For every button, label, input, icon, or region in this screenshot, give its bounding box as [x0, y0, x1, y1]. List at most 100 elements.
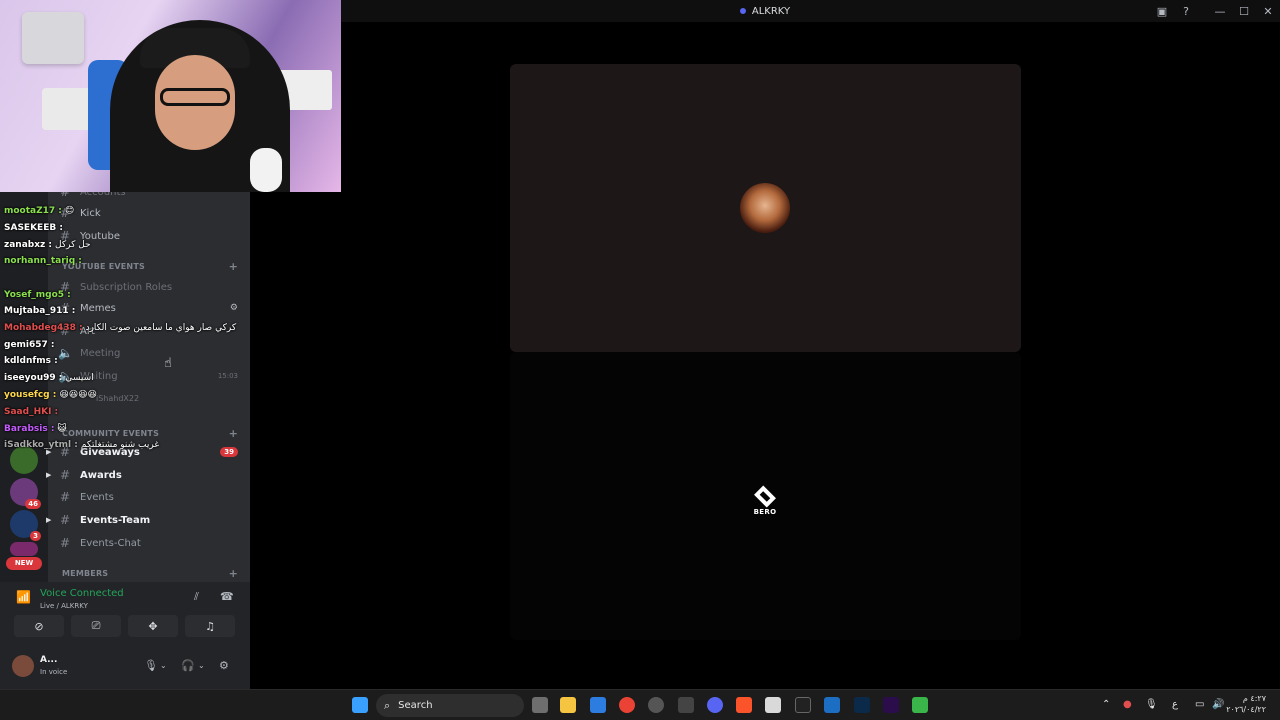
unread-indicator: ▶: [46, 471, 52, 479]
task-view-icon[interactable]: [532, 697, 548, 713]
minecraft-icon[interactable]: [912, 697, 928, 713]
category-members[interactable]: MEMBERS +: [62, 567, 238, 580]
hash-icon: #: [59, 206, 71, 220]
voice-icon: 🔈: [58, 369, 73, 383]
channel-events-chat[interactable]: # Events-Chat: [48, 533, 250, 553]
webcam-overlay: [0, 0, 341, 192]
channel-events-team[interactable]: ▶ # Events-Team: [46, 510, 250, 530]
chrome-icon[interactable]: [619, 697, 635, 713]
settings-icon[interactable]: ⚙: [230, 303, 238, 313]
channel-giveaways[interactable]: ▶ # Giveaways 39: [46, 442, 250, 462]
server-icon[interactable]: 3: [10, 510, 41, 541]
wall-frame: [42, 88, 92, 130]
language-indicator[interactable]: ع: [1172, 699, 1178, 710]
server-icon[interactable]: [10, 446, 38, 474]
chevron-down-icon[interactable]: ⌄: [198, 661, 205, 670]
bero-logo-icon: BERO: [751, 485, 779, 516]
soundboard-icon: ♫: [205, 619, 215, 633]
user-settings-icon[interactable]: ⚙: [219, 659, 229, 672]
channel-memes[interactable]: # Memes ⚙: [48, 298, 250, 318]
diamond-icon: [754, 485, 776, 508]
avatar[interactable]: [12, 655, 34, 677]
channel-subscription-roles[interactable]: # Subscription Roles: [48, 277, 250, 297]
silver-play-button-plaque: [22, 12, 84, 64]
voice-channel[interactable]: Live / ALKRKY: [40, 602, 88, 610]
discord-logo-icon: [739, 8, 746, 14]
maximize-button[interactable]: ☐: [1232, 0, 1256, 22]
minimize-button[interactable]: —: [1208, 0, 1232, 22]
soundboard-button[interactable]: ♫: [185, 615, 235, 637]
inbox-icon[interactable]: ▣: [1150, 0, 1174, 22]
channel-waiting[interactable]: 🔈 Waiting 15:03: [48, 366, 250, 386]
system-clock[interactable]: ٤:٢٧ م ٢٠٢٦/٠٤/٢٢: [1226, 693, 1266, 715]
channel-awards[interactable]: ▶ # Awards: [46, 465, 250, 485]
search-icon: ⌕: [384, 698, 391, 712]
channel-events[interactable]: # Events: [48, 487, 250, 507]
close-button[interactable]: ✕: [1256, 0, 1280, 22]
voice-icon: 🔈: [58, 346, 73, 360]
unread-indicator: ▶: [46, 448, 52, 456]
steam-icon[interactable]: [824, 697, 840, 713]
window-controls: ▣ ? — ☐ ✕: [1150, 0, 1280, 22]
voice-user[interactable]: iShahdX22: [88, 388, 248, 408]
brave-icon[interactable]: [736, 697, 752, 713]
noise-suppression-icon[interactable]: ⫽: [194, 590, 199, 604]
signal-icon[interactable]: 📶: [16, 590, 31, 604]
microphone-icon[interactable]: 🎙: [1145, 699, 1158, 710]
microphone: [250, 148, 282, 192]
file-explorer-icon[interactable]: [560, 697, 576, 713]
microsoft-store-icon[interactable]: [590, 697, 606, 713]
add-channel-icon[interactable]: +: [229, 567, 238, 580]
hash-icon: #: [59, 324, 71, 338]
add-channel-icon[interactable]: +: [229, 427, 238, 440]
category-youtube-events[interactable]: YOUTUBE EVENTS +: [62, 260, 238, 273]
screen-share-button[interactable]: ⎚: [71, 615, 121, 637]
voice-stage: BERO: [250, 22, 1280, 689]
tray-app-icon[interactable]: ●: [1123, 699, 1132, 710]
discord-icon[interactable]: [707, 697, 723, 713]
mention-badge: 39: [220, 447, 238, 457]
channel-meeting[interactable]: 🔈 Meeting: [48, 343, 250, 363]
channel-art[interactable]: # Art: [48, 321, 250, 341]
category-community-events[interactable]: COMMUNITY EVENTS +: [62, 427, 238, 440]
microphone-icon[interactable]: 🎙: [144, 659, 158, 672]
hash-icon: #: [59, 536, 71, 550]
start-menu-icon[interactable]: [352, 697, 368, 713]
premiere-icon[interactable]: [883, 697, 899, 713]
screen-share-icon: ⎚: [91, 619, 101, 632]
discord-stream-window: ALKRKY ▣ ? — ☐ ✕ 46 3 NEW # Accounts # K…: [0, 0, 1280, 720]
hash-icon: #: [59, 229, 71, 243]
network-icon[interactable]: ▭: [1195, 699, 1204, 710]
help-icon[interactable]: ?: [1174, 0, 1198, 22]
participant-tile[interactable]: [510, 64, 1021, 352]
add-channel-icon[interactable]: +: [229, 260, 238, 273]
taskbar-search[interactable]: ⌕ Search: [376, 694, 524, 717]
photoshop-icon[interactable]: [854, 697, 870, 713]
chevron-up-icon[interactable]: ⌃: [1102, 699, 1110, 710]
chevron-down-icon[interactable]: ⌄: [160, 661, 167, 670]
channel-youtube[interactable]: # Youtube: [48, 226, 250, 246]
username: A...: [40, 655, 58, 665]
server-icon[interactable]: [10, 542, 38, 556]
volume-icon[interactable]: 🔊: [1212, 699, 1224, 710]
activities-button[interactable]: ✥: [128, 615, 178, 637]
camera-button[interactable]: ⊘: [14, 615, 64, 637]
stream-tile[interactable]: BERO: [510, 352, 1021, 640]
capcut-icon[interactable]: [795, 697, 811, 713]
channel-kick[interactable]: # Kick: [48, 203, 250, 223]
disconnect-icon[interactable]: ☎: [220, 590, 234, 603]
title-bar: ALKRKY ▣ ? — ☐ ✕: [250, 0, 1280, 22]
hash-icon: #: [59, 301, 71, 315]
user-panel: A... In voice 🎙 ⌄ 🎧 ⌄ ⚙: [0, 644, 250, 689]
app-icon[interactable]: [765, 697, 781, 713]
left-column: 46 3 NEW # Accounts # Kick # Youtube YOUTUB…: [0, 185, 250, 689]
hash-icon: #: [59, 280, 71, 294]
hash-icon: #: [59, 490, 71, 504]
headphones-icon[interactable]: 🎧: [181, 659, 195, 672]
settings-app-icon[interactable]: [678, 697, 694, 713]
server-badge: 3: [30, 531, 41, 541]
participant-avatar: [740, 183, 790, 233]
server-icon[interactable]: 46: [10, 478, 41, 509]
voice-panel: 📶 Voice Connected Live / ALKRKY ⫽ ☎ ⊘ ⎚ …: [0, 582, 250, 689]
app-icon[interactable]: [648, 697, 664, 713]
